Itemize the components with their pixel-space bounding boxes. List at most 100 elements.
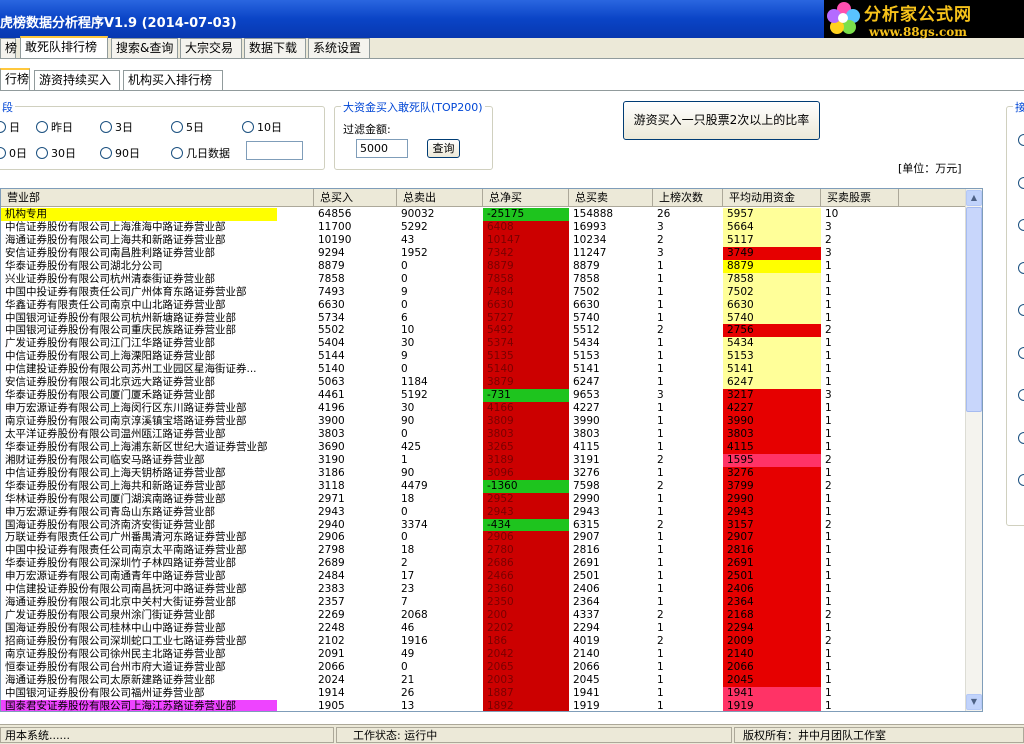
- radio-5-days[interactable]: 5日: [171, 119, 204, 135]
- table-row[interactable]: 国泰君安证券股份有限公司上海江苏路证券营业部 1905 13 1892 1919 1 191…: [1, 699, 967, 711]
- table-body: 机构专用 64856 90032 -25175 154888 26 5957 10 中信证券股份…: [1, 208, 967, 711]
- table-row[interactable]: 招商证券股份有限公司深圳蛇口工业七路证券营业部 2102 1916 186 4019 2 2…: [1, 634, 967, 648]
- cell-total-sell: 0: [401, 427, 408, 440]
- table-row[interactable]: 机构专用 64856 90032 -25175 154888 26 5957 10: [1, 208, 967, 221]
- status-bar: 用本系统...... 工作状态: 运行中 版权所有：井中月团队工作室: [0, 724, 1024, 744]
- right-radio-4[interactable]: [1018, 261, 1024, 274]
- table-row[interactable]: 华泰证券股份有限公司上海浦东新区世纪大道证券营业部 3690 425 3265 4115…: [1, 440, 967, 454]
- cell-stocks: 1: [825, 363, 832, 376]
- table-row[interactable]: 中信证券股份有限公司上海淮海中路证券营业部 11700 5292 6408 16993 3…: [1, 220, 967, 234]
- filter-amount-input[interactable]: 5000: [356, 139, 408, 158]
- cell-branch: 中国银河证券股份有限公司福州证券营业部: [5, 686, 205, 699]
- tab-block-trade[interactable]: 大宗交易: [180, 38, 242, 58]
- radio-custom-days[interactable]: 几日数据: [171, 145, 230, 161]
- cell-total-sell: 30: [401, 402, 415, 415]
- cell-list-count: 2: [657, 609, 664, 622]
- tab-dare-to-die-ranking[interactable]: 敢死队排行榜: [20, 36, 108, 58]
- table-row[interactable]: 中国中投证券有限责任公司南京太平南路证券营业部 2798 18 2780 2816 1 28…: [1, 544, 967, 558]
- right-radio-7[interactable]: [1018, 389, 1024, 401]
- table-row[interactable]: 华泰证券股份有限公司深圳竹子林四路证券营业部 2689 2 2686 2691 1 2691…: [1, 557, 967, 571]
- cell-branch: 申万宏源证券有限公司上海闵行区东川路证券营业部: [5, 402, 247, 415]
- table-row[interactable]: 兴业证券股份有限公司杭州清泰街证券营业部 7858 0 7858 7858 1 7858 1: [1, 272, 967, 286]
- table-row[interactable]: 申万宏源证券有限公司上海闵行区东川路证券营业部 4196 30 4166 4227 1 42…: [1, 402, 967, 415]
- column-header-list-count[interactable]: 上榜次数: [653, 189, 723, 207]
- table-row[interactable]: 南京证券股份有限公司徐州民主北路证券营业部 2091 49 2042 2140 1 2140…: [1, 647, 967, 661]
- table-row[interactable]: 湘财证券股份有限公司临安马路证券营业部 3190 1 3189 3191 2 1595 2: [1, 453, 967, 467]
- table-row[interactable]: 海通证券股份有限公司北京中关村大街证券营业部 2357 7 2350 2364 1 2364…: [1, 596, 967, 610]
- table-row[interactable]: 万联证券有限责任公司广州番禺清河东路证券营业部 2906 0 2906 2907 1 290…: [1, 531, 967, 545]
- column-header-total-buy[interactable]: 总买入: [314, 189, 397, 207]
- table-row[interactable]: 中国银河证券股份有限公司福州证券营业部 1914 26 1887 1941 1 1941 1: [1, 686, 967, 700]
- radio-3-days[interactable]: 3日: [100, 119, 133, 135]
- table-row[interactable]: 中国银河证券股份有限公司杭州新塘路证券营业部 5734 6 5727 5740 1 5740…: [1, 311, 967, 325]
- column-header-stocks[interactable]: 买卖股票: [821, 189, 899, 207]
- radio-yesterday[interactable]: 昨日: [36, 119, 73, 135]
- subtab-hot-money-continuous-buy[interactable]: 游资持续买入: [34, 70, 120, 90]
- tab-search-query[interactable]: 搜索&查询: [111, 38, 178, 58]
- column-header-total-sell[interactable]: 总卖出: [397, 189, 483, 207]
- table-row[interactable]: 广发证券股份有限公司泉州涂门街证券营业部 2269 2068 200 4337 2 2168…: [1, 609, 967, 622]
- right-radio-1[interactable]: [1018, 134, 1024, 146]
- tab-ranking[interactable]: 榜: [0, 38, 17, 58]
- table-row[interactable]: 国海证券股份有限公司桂林中山中路证券营业部 2248 46 2202 2294 1 2294…: [1, 622, 967, 635]
- table-row[interactable]: 申万宏源证券有限公司青岛山东路证券营业部 2943 0 2943 2943 1 2943 1: [1, 505, 967, 519]
- table-row[interactable]: 安信证券股份有限公司北京远大路证券营业部 5063 1184 3879 6247 1 624…: [1, 376, 967, 390]
- table-row[interactable]: 广发证券股份有限公司江门江华路证券营业部 5404 30 5374 5434 1 5434 1: [1, 337, 967, 351]
- radio-20-days[interactable]: 0日: [0, 145, 27, 161]
- right-radio-8[interactable]: [1018, 431, 1024, 444]
- subtab-institution-buy-ranking[interactable]: 机构买入排行榜: [123, 70, 223, 90]
- table-row[interactable]: 中信建投证券股份有限公司南昌抚河中路证券营业部 2383 23 2360 2406 1 24…: [1, 583, 967, 597]
- table-row[interactable]: 恒泰证券股份有限公司台州市府大道证券营业部 2066 0 2065 2066 1 2066 1: [1, 660, 967, 674]
- cell-stocks: 1: [825, 647, 832, 660]
- table-row[interactable]: 中国中投证券有限责任公司广州体育东路证券营业部 7493 9 7484 7502 1 750…: [1, 285, 967, 299]
- right-radio-3[interactable]: [1018, 219, 1024, 231]
- table-row[interactable]: 申万宏源证券有限公司南通青年中路证券营业部 2484 17 2466 2501 1 2501…: [1, 570, 967, 584]
- tab-data-download[interactable]: 数据下载: [244, 38, 306, 58]
- radio-today[interactable]: 日: [0, 119, 20, 135]
- cell-total-sell: 46: [401, 622, 415, 634]
- subtab-ranking[interactable]: 行榜: [0, 68, 30, 90]
- radio-10-days[interactable]: 10日: [242, 119, 282, 135]
- query-button[interactable]: 查询: [427, 139, 460, 158]
- cell-stocks: 2: [825, 609, 832, 622]
- cell-avg-capital: 2406: [723, 583, 821, 597]
- scroll-thumb[interactable]: [966, 207, 982, 412]
- column-header-avg-capital[interactable]: 平均动用资金: [723, 189, 821, 207]
- table-row[interactable]: 海通证券股份有限公司上海共和新路证券营业部 10190 43 10147 10234 2 5…: [1, 233, 967, 247]
- right-radio-6[interactable]: [1018, 346, 1024, 359]
- table-row[interactable]: 中信建投证券股份有限公司苏州工业园区星海街证券... 5140 0 5140 5141 1…: [1, 363, 967, 377]
- table-row[interactable]: 国海证券股份有限公司济南济安街证券营业部 2940 3374 -434 6315 2 315…: [1, 518, 967, 532]
- vertical-scrollbar[interactable]: ▲ ▼: [965, 189, 982, 711]
- hot-money-ratio-button[interactable]: 游资买入一只股票2次以上的比率: [623, 101, 820, 140]
- table-row[interactable]: 中信证券股份有限公司上海溧阳路证券营业部 5144 9 5135 5153 1 5153 1: [1, 350, 967, 364]
- right-radio-5[interactable]: [1018, 304, 1024, 316]
- scroll-down-button[interactable]: ▼: [966, 694, 982, 710]
- column-header-total-trade[interactable]: 总买卖: [569, 189, 653, 207]
- table-row[interactable]: 安信证券股份有限公司南昌胜利路证券营业部 9294 1952 7342 11247 3 37…: [1, 246, 967, 260]
- right-radio-9[interactable]: [1018, 474, 1024, 486]
- scroll-up-button[interactable]: ▲: [966, 190, 982, 206]
- table-row[interactable]: 华泰证券股份有限公司厦门厦禾路证券营业部 4461 5192 -731 9653 3 321…: [1, 389, 967, 403]
- custom-days-input[interactable]: [246, 141, 303, 160]
- table-row[interactable]: 海通证券股份有限公司太原新建路证券营业部 2024 21 2003 2045 1 2045 1: [1, 673, 967, 687]
- cell-total-buy: 2906: [318, 531, 345, 544]
- cell-avg-capital: 4115: [723, 440, 821, 454]
- table-row[interactable]: 华鑫证券有限责任公司南京中山北路证券营业部 6630 0 6630 6630 1 6630 1: [1, 298, 967, 312]
- cell-stocks: 1: [825, 337, 832, 350]
- table-row[interactable]: 中国银河证券股份有限公司重庆民族路证券营业部 5502 10 5492 5512 2 275…: [1, 324, 967, 338]
- column-header-net-buy[interactable]: 总净买: [483, 189, 569, 207]
- cell-branch: 中国银河证券股份有限公司重庆民族路证券营业部: [5, 324, 236, 337]
- radio-90-days[interactable]: 90日: [100, 145, 140, 161]
- table-row[interactable]: 华林证券股份有限公司厦门湖滨南路证券营业部 2971 18 2952 2990 1 2990…: [1, 492, 967, 506]
- table-row[interactable]: 华泰证券股份有限公司湖北分公司 8879 0 8879 8879 1 8879 1: [1, 259, 967, 273]
- cell-avg-capital: 2691: [723, 557, 821, 571]
- table-row[interactable]: 中信证券股份有限公司上海天钥桥路证券营业部 3186 90 3096 3276 1 3276…: [1, 466, 967, 480]
- column-header-branch[interactable]: 营业部: [1, 189, 314, 207]
- table-row[interactable]: 太平洋证券股份有限公司温州瓯江路证券营业部 3803 0 3803 3803 1 3803 1: [1, 427, 967, 441]
- cell-stocks: 10: [825, 208, 839, 220]
- radio-30-days[interactable]: 30日: [36, 145, 76, 161]
- right-radio-2[interactable]: [1018, 176, 1024, 189]
- tab-system-settings[interactable]: 系统设置: [308, 38, 370, 58]
- table-row[interactable]: 华泰证券股份有限公司上海共和新路证券营业部 3118 4479 -1360 7598 2 3…: [1, 479, 967, 493]
- table-row[interactable]: 南京证券股份有限公司南京淳溪镇宝塔路证券营业部 3900 90 3809 3990 1 39…: [1, 415, 967, 428]
